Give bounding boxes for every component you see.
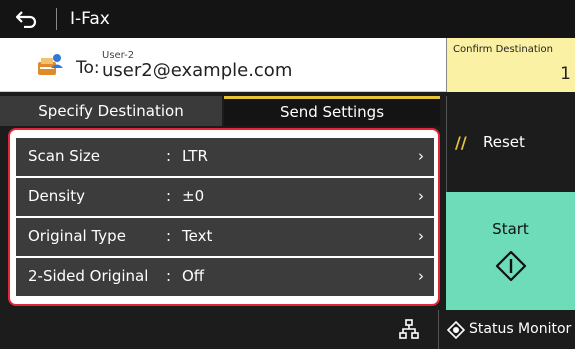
setting-label: 2-Sided Original <box>28 267 149 285</box>
setting-2-sided-original[interactable]: 2-Sided Original : Off › <box>16 258 434 296</box>
setting-label: Density <box>28 187 86 205</box>
setting-value: Off <box>182 267 205 285</box>
bottom-bar: Status Monitor <box>0 310 575 349</box>
setting-density[interactable]: Density : ±0 › <box>16 178 434 216</box>
status-monitor-label: Status Monitor <box>469 321 572 337</box>
destination-count: 1 <box>560 64 571 84</box>
confirm-destination-label: Confirm Destination <box>453 44 553 55</box>
page-title: I-Fax <box>70 9 110 29</box>
tab-send-settings[interactable]: Send Settings <box>224 96 440 126</box>
back-button[interactable] <box>6 4 46 34</box>
setting-label: Original Type <box>28 227 126 245</box>
setting-scan-size[interactable]: Scan Size : LTR › <box>16 138 434 176</box>
setting-value: Text <box>182 227 213 245</box>
setting-separator: : <box>166 227 172 245</box>
settings-list: Scan Size : LTR › Density : ±0 › Origina… <box>8 128 440 306</box>
setting-label: Scan Size <box>28 147 101 165</box>
reset-button[interactable]: // Reset <box>446 96 575 192</box>
chevron-right-icon: › <box>418 187 424 205</box>
status-monitor-button[interactable]: Status Monitor <box>438 310 575 349</box>
destination-email: user2@example.com <box>102 60 293 81</box>
setting-separator: : <box>166 267 172 285</box>
setting-separator: : <box>166 187 172 205</box>
setting-value: LTR <box>182 147 208 165</box>
to-label: To: <box>76 58 100 78</box>
fax-user-icon <box>38 54 63 75</box>
network-icon[interactable] <box>398 318 420 340</box>
setting-separator: : <box>166 147 172 165</box>
title-bar: I-Fax <box>0 0 575 38</box>
chevron-right-icon: › <box>418 267 424 285</box>
chevron-right-icon: › <box>418 147 424 165</box>
status-monitor-icon <box>447 321 465 339</box>
reset-label: Reset <box>483 133 525 151</box>
tab-specify-destination[interactable]: Specify Destination <box>0 96 222 126</box>
start-button[interactable]: Start <box>446 192 575 310</box>
setting-original-type[interactable]: Original Type : Text › <box>16 218 434 256</box>
confirm-destination-button[interactable]: Confirm Destination 1 <box>446 38 575 92</box>
destination-row[interactable]: To: User-2 user2@example.com <box>0 38 446 92</box>
screen: I-Fax To: User-2 user2@example.com Confi… <box>0 0 575 349</box>
reset-icon: // <box>455 133 467 152</box>
back-arrow-icon <box>15 11 37 28</box>
start-label: Start <box>492 220 529 238</box>
title-divider <box>56 8 57 30</box>
chevron-right-icon: › <box>418 227 424 245</box>
setting-value: ±0 <box>182 187 205 205</box>
start-diamond-icon <box>495 250 527 282</box>
